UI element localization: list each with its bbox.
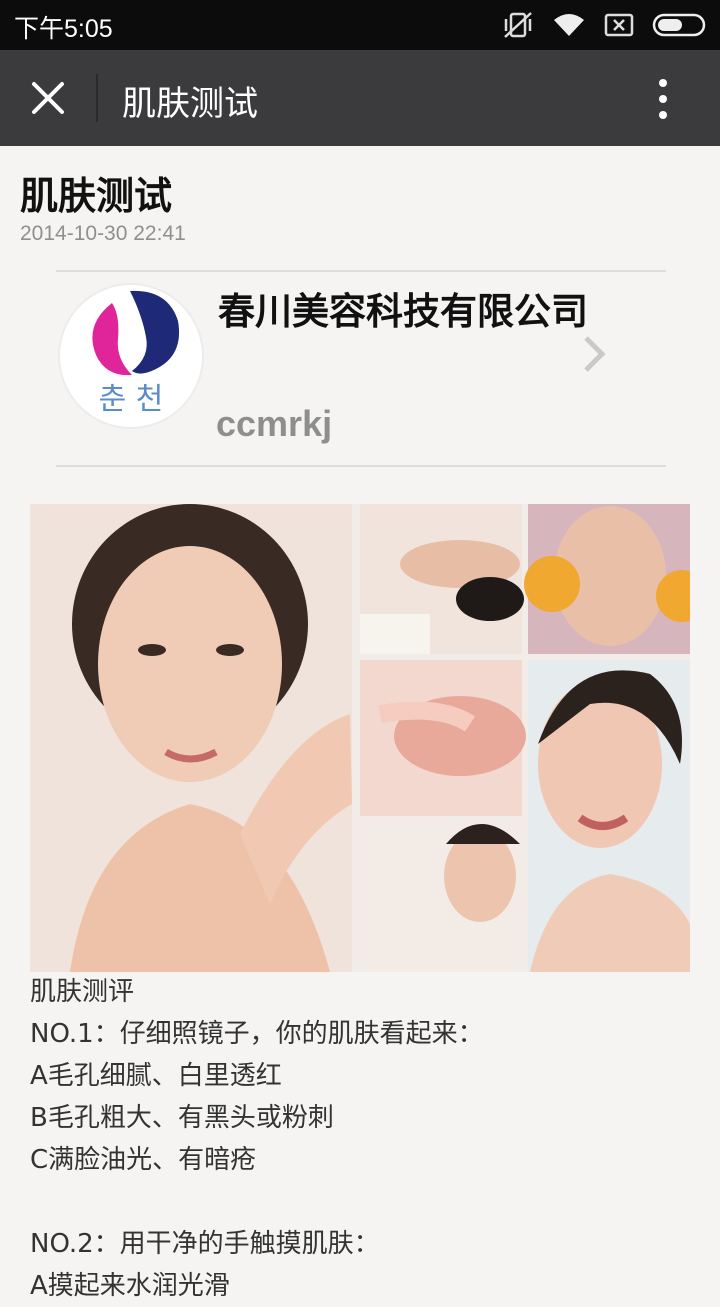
beauty-collage-image [30, 504, 690, 972]
sim-x-icon [604, 13, 634, 37]
article-date: 2014-10-30 22:41 [20, 222, 186, 245]
title-separator [96, 74, 98, 122]
account-name: 春川美容科技有限公司 [218, 290, 588, 333]
body-line-blank [30, 1181, 690, 1223]
body-line: A毛孔细腻、白里透红 [30, 1061, 282, 1091]
article-title: 肌肤测试 [20, 174, 173, 218]
status-time: 下午5:05 [14, 15, 113, 43]
card-top-divider [56, 270, 666, 272]
battery-icon [652, 13, 706, 37]
body-line: B毛孔粗大、有黑头或粉刺 [30, 1103, 334, 1133]
account-id: ccmrkj [216, 403, 333, 444]
body-line: C满脸油光、有暗疮 [30, 1145, 257, 1175]
title-bar-title: 肌肤测试 [122, 84, 258, 124]
status-bar: 下午5:05 [0, 0, 720, 50]
status-icons [502, 10, 708, 40]
body-line: A摸起来水润光滑 [30, 1271, 230, 1301]
chevron-right-icon[interactable] [580, 334, 608, 374]
account-avatar[interactable]: 춘 천 [58, 283, 204, 429]
vibrate-off-icon [504, 12, 532, 38]
article-body: 肌肤测评 NO.1：仔细照镜子，你的肌肤看起来： A毛孔细腻、白里透红 B毛孔粗… [30, 971, 690, 1307]
logo-text: 춘 천 [99, 382, 164, 417]
body-line: NO.1：仔细照镜子，你的肌肤看起来： [30, 1019, 484, 1049]
more-vertical-icon[interactable] [648, 76, 678, 122]
body-line: 肌肤测评 [30, 977, 135, 1007]
wifi-icon [554, 14, 584, 36]
close-icon[interactable] [28, 78, 68, 118]
title-bar: 肌肤测试 [0, 50, 720, 146]
article-hero-image [30, 504, 690, 972]
card-bottom-divider [56, 465, 666, 467]
body-line: NO.2：用干净的手触摸肌肤： [30, 1229, 380, 1259]
